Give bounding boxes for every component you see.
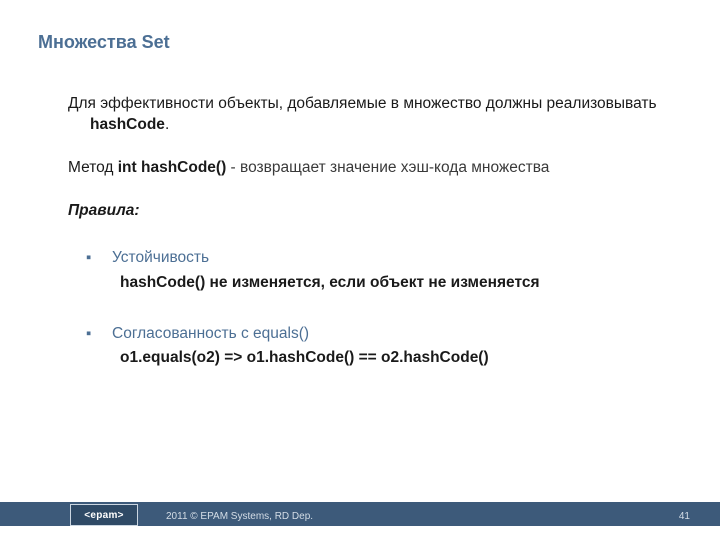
paragraph-method: Метод int hashCode() - возвращает значен…	[68, 158, 670, 179]
bullet-desc: hashCode() не изменяется, если объект не…	[120, 273, 670, 294]
text-bold: int hashCode()	[118, 159, 227, 176]
text-bold: hashCode	[90, 116, 165, 133]
logo-text: epam	[90, 510, 117, 521]
page-number: 41	[679, 511, 690, 522]
epam-logo: epam	[70, 504, 138, 526]
bullet-desc: o1.equals(o2) => o1.hashCode() == o2.has…	[120, 348, 670, 369]
slide-title: Множества Set	[38, 32, 170, 53]
rules-heading: Правила:	[68, 201, 670, 222]
footer-copyright: 2011 © EPAM Systems, RD Dep.	[166, 511, 313, 522]
bullet-title: Согласованность с equals()	[112, 324, 670, 345]
list-item: Согласованность с equals() o1.equals(o2)…	[86, 324, 670, 370]
bullet-title: Устойчивость	[112, 248, 670, 269]
text: Метод	[68, 159, 118, 176]
paragraph-efficiency: Для эффективности объекты, добавляемые в…	[68, 94, 670, 136]
list-item: Устойчивость hashCode() не изменяется, е…	[86, 248, 670, 294]
text: .	[165, 116, 169, 133]
text: Для эффективности объекты, добавляемые в…	[68, 95, 657, 112]
bullet-list: Устойчивость hashCode() не изменяется, е…	[86, 248, 670, 370]
text: - возвращает значение хэш-кода множества	[226, 159, 549, 176]
slide: Множества Set Для эффективности объекты,…	[0, 0, 720, 540]
slide-body: Для эффективности объекты, добавляемые в…	[68, 94, 670, 399]
